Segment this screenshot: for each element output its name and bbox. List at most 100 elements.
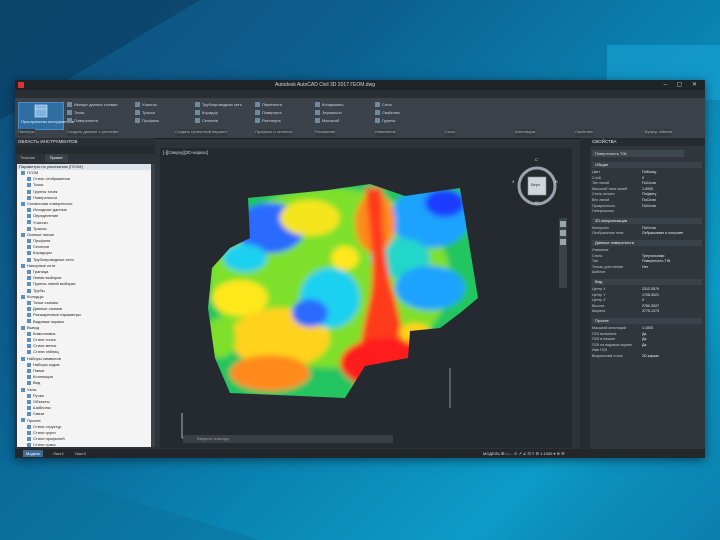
window-title: Autodesk AutoCAD Civil 3D 2017 ГЕОМ.dwg <box>275 82 375 88</box>
tree-item-label: Стили точек <box>33 337 56 343</box>
autocad-window: Autodesk AutoCAD Civil 3D 2017 ГЕОМ.dwg … <box>15 80 705 458</box>
tree-item-label: Коллекции <box>33 374 53 380</box>
ribbon-command[interactable]: Масштаб <box>315 117 344 125</box>
zoom-icon[interactable] <box>560 230 566 236</box>
command-icon <box>135 102 140 108</box>
selection-dropdown[interactable]: Поверхность TIN <box>592 150 684 157</box>
ribbon-command[interactable]: Свойства <box>375 109 400 117</box>
drawing-area[interactable]: [-][Сверху][2D-каркас] Верх С Ю В З <box>160 148 572 448</box>
tree-item-label: Прочее <box>27 417 41 423</box>
properties-section[interactable]: 3D-визуализация <box>592 217 702 224</box>
properties-section[interactable]: Вид <box>592 279 702 285</box>
ribbon-panel-title[interactable]: Слои <box>445 129 455 136</box>
property-row[interactable]: Визуальный стиль 2D-каркас <box>592 354 702 360</box>
viewcube-top-label[interactable]: Верх <box>531 182 540 187</box>
properties-section[interactable]: Общие <box>592 162 702 168</box>
tree-node-icon <box>27 195 31 200</box>
properties-section[interactable]: Данные поверхности <box>592 240 702 246</box>
tree-node-icon <box>27 338 31 342</box>
ribbon-command-label: Свойства <box>382 110 400 115</box>
property-row[interactable]: Шаблон <box>592 270 702 276</box>
compass-north: С <box>535 157 538 162</box>
layout-tab-2[interactable]: Лист2 <box>75 450 86 457</box>
tree-item-label: Наборы символов <box>27 355 61 361</box>
ribbon-panel-title[interactable]: Буфер обмена <box>645 129 673 136</box>
property-value[interactable]: 2D-каркас <box>642 354 659 360</box>
ribbon-command[interactable]: Зеркально <box>315 109 344 117</box>
orbit-icon[interactable] <box>560 239 566 245</box>
tree-node-icon <box>21 170 25 175</box>
model-tab[interactable]: Модель <box>23 450 44 457</box>
ribbon-command[interactable]: Поверхности <box>67 117 118 125</box>
toolspace-tab-0[interactable]: Тематик <box>15 154 40 162</box>
layout-tab-1[interactable]: Лист1 <box>53 450 64 457</box>
ribbon-panel-title[interactable]: Свойства <box>575 129 593 136</box>
window-controls[interactable]: – ▢ ✕ <box>664 81 701 88</box>
ribbon-command[interactable]: Точки <box>67 109 118 117</box>
ribbon-group: Участок Трасса Профиль <box>135 101 159 129</box>
toolspace-side-strip[interactable] <box>151 164 155 447</box>
tree-item-label: Профили <box>33 238 51 244</box>
ribbon-command[interactable]: Копировать <box>315 101 344 109</box>
ribbon-panel-title[interactable]: Изменение <box>375 129 396 136</box>
ribbon-command[interactable]: Коридор <box>195 109 242 117</box>
prospector-tree: Параметры по умолчанию (ГЕОМ) ГЕОМ Стиль … <box>17 164 151 447</box>
ribbon-command-label: Поверхности <box>74 118 99 123</box>
tree-item[interactable]: Стили трасс <box>17 442 151 447</box>
properties-title: СВОЙСТВА <box>580 138 705 146</box>
compass-west: З <box>512 179 515 184</box>
ribbon-command[interactable]: Трубопроводная сеть <box>195 101 242 109</box>
command-icon <box>315 110 320 116</box>
ribbon-command[interactable]: Профиль <box>135 117 159 125</box>
compass-south: Ю <box>535 200 540 205</box>
property-row[interactable]: Отображение тени Отбрасывает и получает <box>592 231 702 237</box>
command-icon <box>195 118 200 124</box>
ribbon-panel-title[interactable]: Палитры <box>18 129 35 136</box>
toolspace-tab-1[interactable]: Проект <box>44 154 68 162</box>
tree-node-icon <box>27 214 31 219</box>
command-input[interactable]: Введите команду <box>197 436 229 441</box>
ribbon-command-label: Трасса <box>142 110 155 115</box>
ribbon-command[interactable]: Импорт данных съемки <box>67 101 118 109</box>
ribbon-panel-title[interactable]: Рисование <box>315 129 336 136</box>
command-icon <box>67 118 72 124</box>
tree-item-label: Стили групп <box>33 429 56 435</box>
tree-item-label: Точки <box>33 182 44 188</box>
properties-section[interactable]: Прочее <box>592 318 702 324</box>
ribbon-panel-title[interactable]: Создать данные о рельефе <box>67 129 119 136</box>
navigation-bar[interactable] <box>559 218 567 288</box>
tree-node-icon <box>27 430 31 435</box>
ribbon-command[interactable]: Слои <box>375 101 400 109</box>
command-icon <box>375 102 380 108</box>
ribbon-command-label: Импорт данных съемки <box>74 102 118 107</box>
ribbon-command[interactable]: Сечения <box>195 117 242 125</box>
ribbon-command[interactable]: Трасса <box>135 109 159 117</box>
property-value[interactable]: Отбрасывает и получает <box>642 231 683 237</box>
ribbon-panel-title[interactable]: Создать проектный вариант <box>175 129 228 136</box>
ribbon-panel-title[interactable]: Профиль и сечения <box>255 129 292 136</box>
property-key: Гиперссылка <box>592 209 614 214</box>
tree-item-label: Стиль отображения <box>33 176 70 182</box>
property-value[interactable]: 3775.1373 <box>642 309 659 315</box>
ribbon-command[interactable]: Перенести <box>255 101 282 109</box>
autocad-logo-icon[interactable] <box>18 82 24 88</box>
properties-side-strip[interactable] <box>580 146 590 458</box>
tree-node-icon <box>27 282 31 287</box>
command-icon <box>195 102 200 108</box>
pan-icon[interactable] <box>560 221 566 227</box>
tree-item-label: Трассы <box>33 225 47 231</box>
property-row[interactable]: Ширина 3775.1373 <box>592 309 702 315</box>
tree-node-icon <box>27 183 31 188</box>
status-tools[interactable]: МОДЕЛЬ ⊞ ⁞⁞ ∟ ⊙ ↗ ∠ ⊡ ≡ ⚙ 1:1000 ▾ ⊕ ☰ <box>483 450 565 457</box>
ribbon-command[interactable]: Растянуть <box>255 117 282 125</box>
command-icon <box>315 118 320 124</box>
ribbon-command[interactable]: Повернуть <box>255 109 282 117</box>
ribbon-panel-title[interactable]: Аннотации <box>515 129 535 136</box>
ribbon-command-label: Группы <box>382 118 396 123</box>
toolspace-button[interactable]: Пространство инструментов <box>18 102 74 130</box>
ribbon-group: Копировать Зеркально Масштаб <box>315 101 344 129</box>
ribbon-command[interactable]: Группы <box>375 117 400 125</box>
command-line[interactable]: Введите команду <box>183 435 393 443</box>
property-row[interactable]: Гиперссылка <box>592 209 702 215</box>
ribbon-command[interactable]: Участок <box>135 101 159 109</box>
